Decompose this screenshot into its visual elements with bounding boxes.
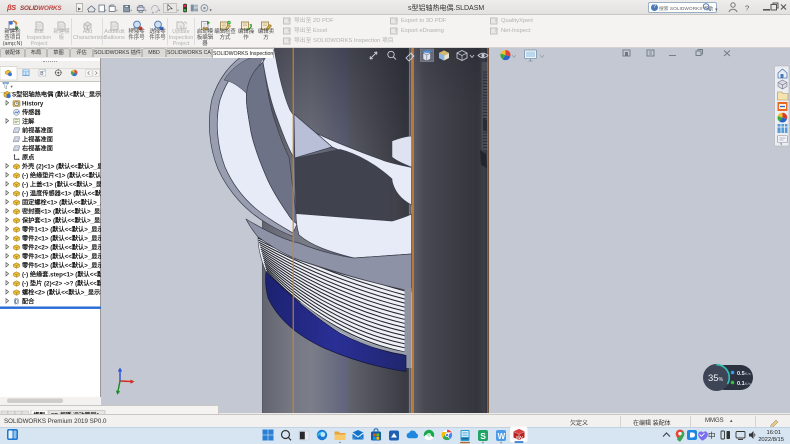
svg-text:2022/8/15: 2022/8/15 — [758, 437, 784, 443]
svg-text:S: S — [480, 431, 486, 441]
svg-text:SW: SW — [516, 435, 524, 440]
svg-text:中: 中 — [708, 430, 716, 440]
svg-text:16:01: 16:01 — [766, 430, 781, 436]
svg-text:W: W — [498, 432, 506, 441]
